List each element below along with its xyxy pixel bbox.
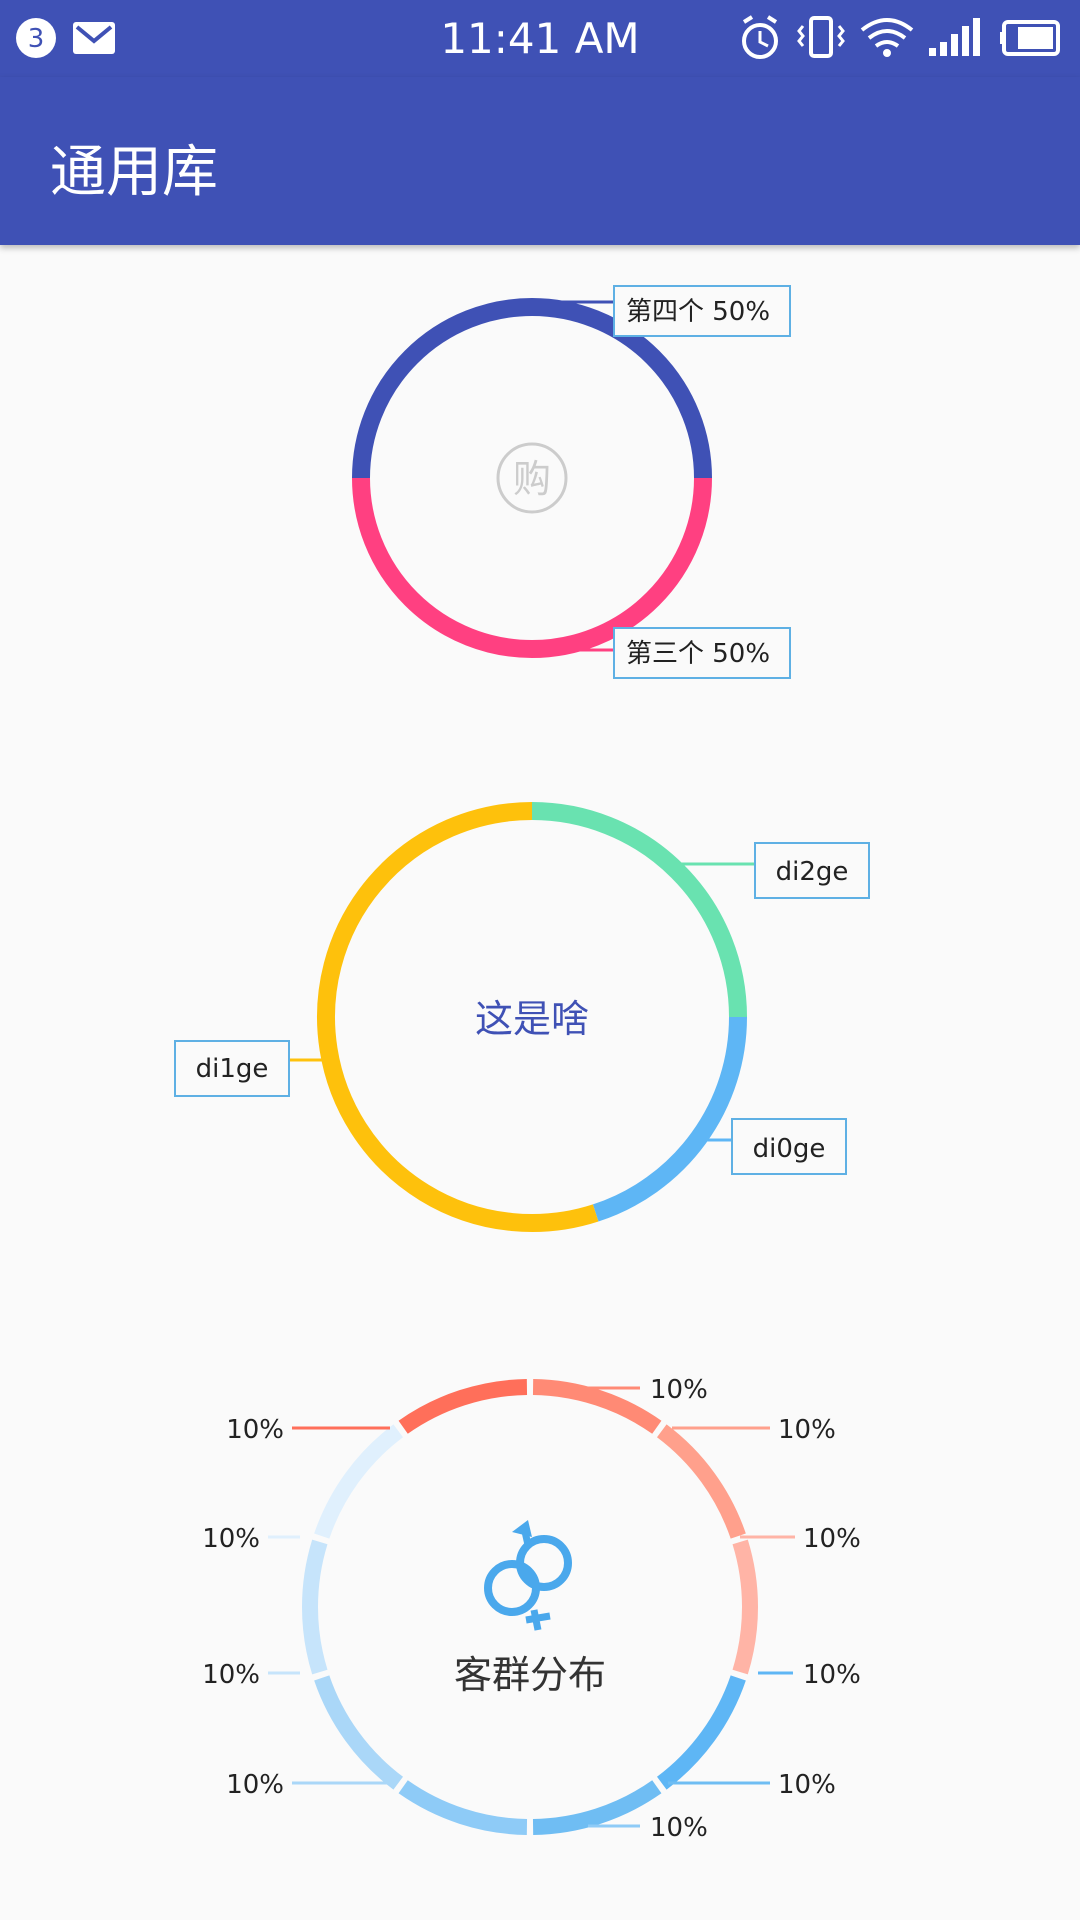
donut-slice[interactable]: [532, 1780, 662, 1835]
slice-label: 10%: [778, 1415, 836, 1445]
slice-label: 10%: [650, 1813, 708, 1843]
slice-label: 10%: [778, 1770, 836, 1800]
chart-center-title: 客群分布: [454, 1653, 606, 1697]
slice-label: 10%: [202, 1524, 260, 1554]
slice-label: 第三个 50%: [626, 639, 770, 669]
donut-slice[interactable]: [656, 1424, 746, 1539]
slice-label: di1ge: [196, 1054, 269, 1084]
slice-label: 10%: [803, 1660, 861, 1690]
shopping-bag-icon: 购: [496, 442, 568, 514]
donut-slice[interactable]: [732, 1539, 758, 1675]
donut-slice[interactable]: [398, 1379, 528, 1434]
slice-label: 10%: [803, 1524, 861, 1554]
slice-label: di2ge: [776, 857, 849, 887]
charts-canvas: 第四个 50%第三个 50%di2gedi0gedi1ge10%10%10%10…: [174, 285, 870, 1843]
slice-label: 10%: [650, 1375, 708, 1405]
slice-label: 10%: [226, 1415, 284, 1445]
donut-slice[interactable]: [532, 1379, 662, 1434]
donut-slice[interactable]: [302, 1539, 328, 1675]
slice-label: 10%: [202, 1660, 260, 1690]
donut-slice[interactable]: [398, 1780, 528, 1835]
gender-icon: [484, 1520, 572, 1631]
slice-label: 10%: [226, 1770, 284, 1800]
donut-slice[interactable]: [352, 477, 712, 658]
slice-label: di0ge: [753, 1134, 826, 1164]
donut-slice[interactable]: [314, 1424, 404, 1539]
chart-center-title: 这是啥: [475, 997, 589, 1041]
donut-slice[interactable]: [314, 1675, 404, 1790]
donut-slice[interactable]: [531, 802, 747, 1018]
donut-slice[interactable]: [656, 1675, 746, 1790]
donut-chart-3: 10% 10% 10% 10% 10% 10% 10% 10% 10% 10%: [202, 1375, 861, 1843]
svg-text:购: 购: [513, 457, 551, 501]
donut-slice[interactable]: [592, 1016, 747, 1222]
donut-chart-1: 第四个 50% 第三个 50%: [352, 285, 791, 679]
slice-label: 第四个 50%: [626, 297, 770, 327]
